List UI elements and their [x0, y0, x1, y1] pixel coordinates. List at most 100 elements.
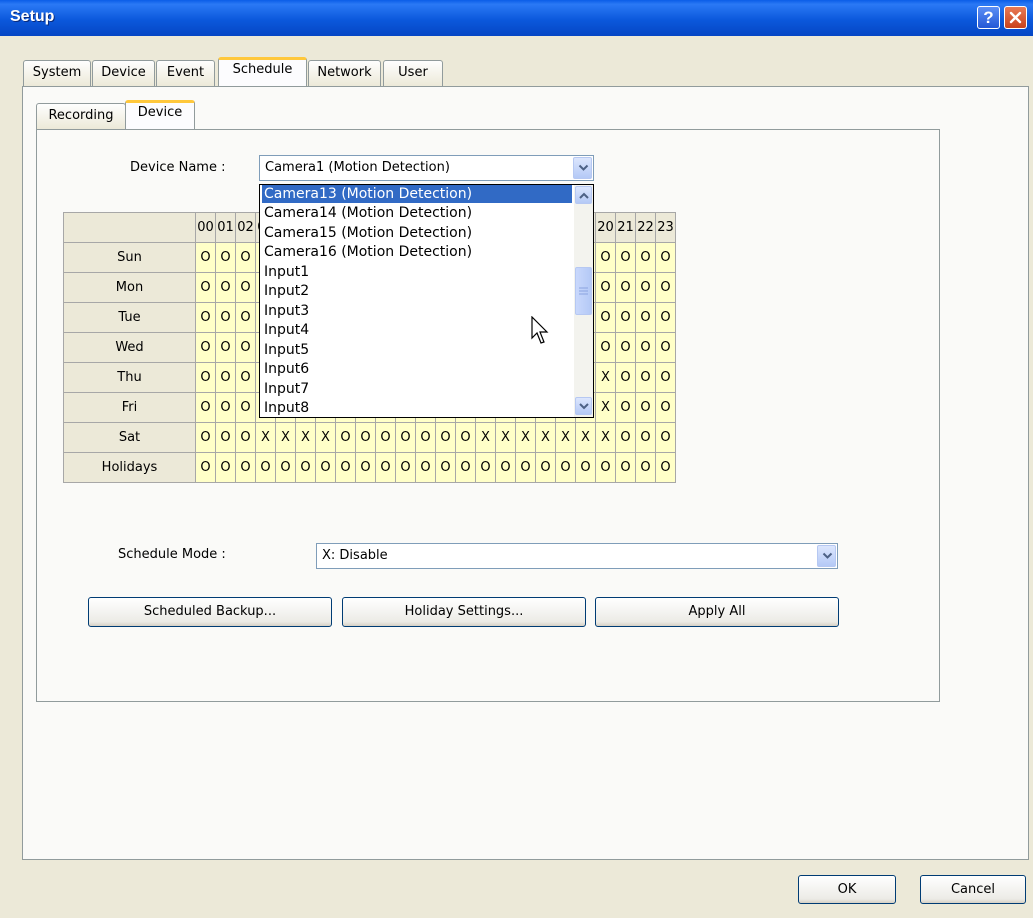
schedule-cell[interactable]: X — [255, 422, 276, 453]
schedule-cell[interactable]: O — [195, 362, 216, 393]
schedule-cell[interactable]: O — [275, 452, 296, 483]
schedule-cell[interactable]: O — [315, 452, 336, 483]
tab-user[interactable]: User — [383, 60, 443, 86]
hour-header[interactable]: 02 — [235, 212, 256, 243]
schedule-cell[interactable]: O — [495, 452, 516, 483]
schedule-cell[interactable]: O — [435, 452, 456, 483]
day-row-header[interactable]: Tue — [63, 302, 196, 333]
scrollbar-thumb[interactable] — [575, 267, 592, 315]
hour-header[interactable]: 01 — [215, 212, 236, 243]
day-row-header[interactable]: Wed — [63, 332, 196, 363]
schedule-cell[interactable]: O — [255, 452, 276, 483]
tab-system[interactable]: System — [23, 60, 91, 86]
schedule-cell[interactable]: O — [355, 422, 376, 453]
schedule-cell[interactable]: O — [195, 422, 216, 453]
schedule-cell[interactable]: O — [655, 332, 676, 363]
schedule-cell[interactable]: O — [635, 392, 656, 423]
schedule-cell[interactable]: O — [655, 362, 676, 393]
schedule-cell[interactable]: O — [615, 332, 636, 363]
schedule-cell[interactable]: O — [395, 452, 416, 483]
schedule-cell[interactable]: O — [215, 332, 236, 363]
schedule-cell[interactable]: X — [315, 422, 336, 453]
schedule-cell[interactable]: O — [195, 302, 216, 333]
schedule-cell[interactable]: X — [495, 422, 516, 453]
dropdown-option[interactable]: Camera13 (Motion Detection) — [262, 185, 572, 203]
day-row-header[interactable]: Fri — [63, 392, 196, 423]
schedule-cell[interactable]: O — [515, 452, 536, 483]
schedule-cell[interactable]: O — [195, 452, 216, 483]
apply-all-button[interactable]: Apply All — [595, 597, 839, 627]
schedule-cell[interactable]: X — [595, 422, 616, 453]
schedule-cell[interactable]: O — [655, 392, 676, 423]
scroll-down-button[interactable] — [575, 397, 592, 415]
schedule-cell[interactable]: O — [235, 422, 256, 453]
schedule-cell[interactable]: X — [475, 422, 496, 453]
dropdown-option[interactable]: Input6 — [262, 360, 572, 378]
schedule-cell[interactable]: X — [575, 422, 596, 453]
scroll-up-button[interactable] — [575, 186, 592, 204]
schedule-cell[interactable]: O — [215, 302, 236, 333]
schedule-cell[interactable]: O — [595, 302, 616, 333]
schedule-cell[interactable]: O — [615, 362, 636, 393]
schedule-cell[interactable]: O — [655, 452, 676, 483]
schedule-cell[interactable]: O — [635, 302, 656, 333]
title-bar[interactable]: Setup ? — [0, 0, 1033, 36]
schedule-cell[interactable]: O — [615, 452, 636, 483]
schedule-cell[interactable]: O — [235, 242, 256, 273]
schedule-cell[interactable]: O — [395, 422, 416, 453]
tab-device-schedule[interactable]: Device — [125, 100, 195, 129]
schedule-cell[interactable]: O — [535, 452, 556, 483]
schedule-cell[interactable]: O — [595, 242, 616, 273]
schedule-cell[interactable]: O — [375, 422, 396, 453]
day-row-header[interactable]: Holidays — [63, 452, 196, 483]
device-name-select[interactable]: Camera1 (Motion Detection) — [259, 155, 594, 181]
tab-device[interactable]: Device — [92, 60, 155, 86]
schedule-cell[interactable]: O — [455, 452, 476, 483]
schedule-cell[interactable]: O — [375, 452, 396, 483]
tab-event[interactable]: Event — [156, 60, 215, 86]
schedule-cell[interactable]: O — [235, 332, 256, 363]
schedule-cell[interactable]: O — [415, 452, 436, 483]
schedule-cell[interactable]: O — [235, 272, 256, 303]
schedule-cell[interactable]: O — [655, 242, 676, 273]
dropdown-scrollbar[interactable] — [574, 185, 593, 417]
schedule-cell[interactable]: O — [595, 332, 616, 363]
schedule-cell[interactable]: O — [235, 302, 256, 333]
holiday-settings-button[interactable]: Holiday Settings... — [342, 597, 586, 627]
dropdown-option[interactable]: Input7 — [262, 380, 572, 398]
schedule-cell[interactable]: X — [595, 392, 616, 423]
hour-header[interactable]: 22 — [635, 212, 656, 243]
schedule-mode-select[interactable]: X: Disable — [316, 543, 838, 569]
schedule-cell[interactable]: O — [415, 422, 436, 453]
schedule-cell[interactable]: O — [575, 452, 596, 483]
ok-button[interactable]: OK — [798, 875, 896, 904]
dropdown-option[interactable]: Input1 — [262, 263, 572, 281]
schedule-cell[interactable]: O — [635, 332, 656, 363]
schedule-cell[interactable]: O — [195, 332, 216, 363]
hour-header[interactable]: 23 — [655, 212, 676, 243]
schedule-cell[interactable]: O — [295, 452, 316, 483]
schedule-cell[interactable]: O — [215, 422, 236, 453]
schedule-cell[interactable]: O — [635, 272, 656, 303]
schedule-cell[interactable]: X — [295, 422, 316, 453]
dropdown-option[interactable]: Input2 — [262, 282, 572, 300]
schedule-cell[interactable]: O — [215, 452, 236, 483]
dropdown-option[interactable]: Input5 — [262, 341, 572, 359]
tab-network[interactable]: Network — [308, 60, 381, 86]
hour-header[interactable]: 21 — [615, 212, 636, 243]
device-name-dropdown-button[interactable] — [573, 157, 592, 179]
dropdown-option[interactable]: Input4 — [262, 321, 572, 339]
schedule-cell[interactable]: O — [655, 422, 676, 453]
hour-header[interactable]: 00 — [195, 212, 216, 243]
schedule-cell[interactable]: O — [335, 452, 356, 483]
day-row-header[interactable]: Sat — [63, 422, 196, 453]
schedule-cell[interactable]: O — [195, 272, 216, 303]
schedule-cell[interactable]: O — [235, 392, 256, 423]
schedule-cell[interactable]: O — [655, 302, 676, 333]
tab-schedule[interactable]: Schedule — [218, 57, 307, 86]
schedule-cell[interactable]: O — [455, 422, 476, 453]
dropdown-option[interactable]: Camera14 (Motion Detection) — [262, 204, 572, 222]
schedule-cell[interactable]: O — [635, 452, 656, 483]
schedule-cell[interactable]: O — [635, 362, 656, 393]
cancel-button[interactable]: Cancel — [920, 875, 1026, 904]
